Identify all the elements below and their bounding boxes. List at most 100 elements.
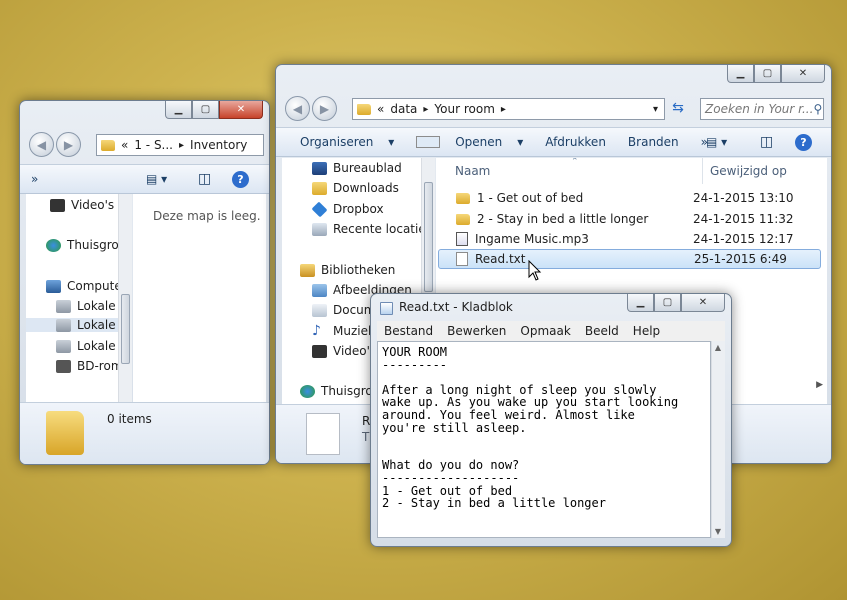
forward-button[interactable]: ▶ (56, 132, 81, 157)
close-button[interactable]: ✕ (219, 101, 263, 119)
details-filetype: T (362, 430, 370, 444)
nav-item-libraries[interactable]: Bibliotheken (300, 263, 395, 277)
file-row-selected[interactable]: Read.txt 25-1-2015 6:49 (438, 249, 821, 269)
drive-icon (56, 299, 71, 313)
forward-button[interactable]: ▶ (312, 96, 337, 121)
nav-item-desktop[interactable]: Bureaublad (312, 161, 402, 175)
window-controls: ▁ ▢ ✕ (727, 65, 825, 83)
scroll-up-icon[interactable]: ▲ (712, 343, 724, 352)
toolbar-more[interactable]: » (20, 172, 49, 186)
nav-item-videos[interactable]: Video's (312, 344, 376, 358)
minimize-button[interactable]: ▁ (727, 65, 754, 83)
navigation-pane: Video's Thuisgroe Compute Lokale s Lokal… (26, 194, 132, 402)
nav-item-recent[interactable]: Recente locaties (312, 222, 432, 236)
column-header-name[interactable]: Naam (455, 164, 490, 178)
minimize-button[interactable]: ▁ (627, 294, 654, 312)
nav-item-dropbox[interactable]: Dropbox (311, 201, 384, 217)
address-bar[interactable]: « data ▸ Your room ▸ ▾ (352, 98, 665, 120)
details-pane: 0 items (20, 402, 269, 464)
search-icon[interactable]: ⚲ (813, 102, 822, 116)
address-segment[interactable]: Inventory (190, 138, 247, 152)
column-header-modified[interactable]: Gewijzigd op (710, 164, 787, 178)
text-file-large-icon (306, 413, 340, 455)
address-separator[interactable]: ▸ (179, 140, 184, 151)
address-prefix: « (377, 102, 385, 116)
documents-icon (312, 303, 327, 317)
notepad-icon (380, 302, 393, 315)
preview-pane-icon[interactable]: ◫ (760, 134, 773, 150)
command-bar: » ▤ ▾ ◫ ? (20, 164, 269, 194)
address-prefix: « (121, 138, 129, 152)
computer-icon (46, 279, 61, 293)
homegroup-icon (300, 384, 315, 398)
notepad-icon (416, 136, 441, 148)
item-count: 0 items (107, 412, 152, 426)
nav-item-computer[interactable]: Compute (46, 279, 122, 293)
maximize-button[interactable]: ▢ (754, 65, 781, 83)
text-scrollbar[interactable]: ▲ ▼ (711, 341, 725, 538)
drive-icon (56, 318, 71, 332)
menu-file[interactable]: Bestand (377, 324, 440, 338)
help-icon[interactable]: ? (795, 133, 812, 151)
film-icon (312, 344, 327, 358)
back-button[interactable]: ◀ (285, 96, 310, 121)
menu-view[interactable]: Beeld (578, 324, 626, 338)
scrollbar-thumb[interactable] (424, 182, 433, 292)
nav-item-local-disk[interactable]: Lokale s (26, 318, 132, 332)
nav-item-documents[interactable]: Docum (312, 303, 375, 317)
maximize-button[interactable]: ▢ (654, 294, 681, 312)
menu-edit[interactable]: Bewerken (440, 324, 513, 338)
text-editor[interactable]: YOUR ROOM --------- After a long night o… (377, 341, 711, 538)
nav-item-local-disk[interactable]: Lokale s (56, 299, 126, 313)
column-divider[interactable] (702, 158, 703, 184)
command-bar: Organiseren ▾ Openen ▾ Afdrukken Branden… (276, 127, 831, 157)
menu-format[interactable]: Opmaak (513, 324, 577, 338)
nav-item-music[interactable]: ♪ Muziek (312, 322, 375, 339)
notepad-window: Read.txt - Kladblok ▁ ▢ ✕ Bestand Bewerk… (370, 293, 732, 547)
print-button[interactable]: Afdrukken (534, 135, 617, 149)
view-icon[interactable]: ▤ ▾ (706, 135, 727, 149)
help-icon[interactable]: ? (232, 170, 249, 188)
file-row[interactable]: 1 - Get out of bed 24-1-2015 13:10 (436, 188, 827, 208)
preview-pane-icon[interactable]: ◫ (198, 171, 211, 187)
inventory-window: ▁ ▢ ✕ ◀ ▶ « 1 - S... ▸ Inventory » ▤ ▾ ◫… (19, 100, 270, 465)
folder-icon (357, 103, 371, 115)
nav-item-local-disk[interactable]: Lokale s (56, 339, 126, 353)
burn-button[interactable]: Branden (617, 135, 690, 149)
file-row[interactable]: 2 - Stay in bed a little longer 24-1-201… (436, 209, 827, 229)
maximize-button[interactable]: ▢ (192, 101, 219, 119)
horizontal-scroll-arrow-icon[interactable]: ▶ (816, 380, 823, 390)
scroll-down-icon[interactable]: ▼ (712, 527, 724, 536)
address-segment[interactable]: Your room (434, 102, 494, 116)
address-bar[interactable]: « 1 - S... ▸ Inventory (96, 134, 264, 156)
search-input[interactable]: Zoeken in Your r... ⚲ (700, 98, 824, 120)
drive-icon (56, 339, 71, 353)
close-button[interactable]: ✕ (781, 65, 825, 83)
file-row[interactable]: Ingame Music.mp3 24-1-2015 12:17 (436, 229, 827, 249)
nav-scrollbar[interactable] (118, 194, 132, 402)
nav-item-downloads[interactable]: Downloads (312, 181, 399, 195)
menu-help[interactable]: Help (626, 324, 667, 338)
address-separator[interactable]: ▸ (423, 104, 428, 115)
folder-icon (456, 192, 470, 204)
scrollbar-thumb[interactable] (121, 294, 130, 364)
refresh-icon[interactable]: ⇆ (668, 100, 688, 120)
back-button[interactable]: ◀ (29, 132, 54, 157)
open-button[interactable]: Openen ▾ (405, 135, 534, 149)
window-controls: ▁ ▢ ✕ (627, 294, 725, 312)
address-dropdown-icon[interactable]: ▾ (653, 104, 658, 115)
music-note-icon: ♪ (312, 322, 321, 339)
minimize-button[interactable]: ▁ (165, 101, 192, 119)
address-separator[interactable]: ▸ (501, 104, 506, 115)
nav-item-bd-rom[interactable]: BD-rom (56, 359, 123, 373)
sort-arrow-icon: ⌃ (571, 158, 579, 167)
close-button[interactable]: ✕ (681, 294, 725, 312)
address-segment[interactable]: data (390, 102, 417, 116)
desktop-icon (312, 161, 327, 175)
view-icon[interactable]: ▤ ▾ (146, 172, 167, 186)
address-segment[interactable]: 1 - S... (134, 138, 173, 152)
organize-button[interactable]: Organiseren ▾ (276, 135, 405, 149)
search-placeholder: Zoeken in Your r... (705, 102, 814, 116)
nav-item-homegroup[interactable]: Thuisgroe (46, 238, 126, 252)
nav-item-videos[interactable]: Video's (50, 198, 114, 212)
